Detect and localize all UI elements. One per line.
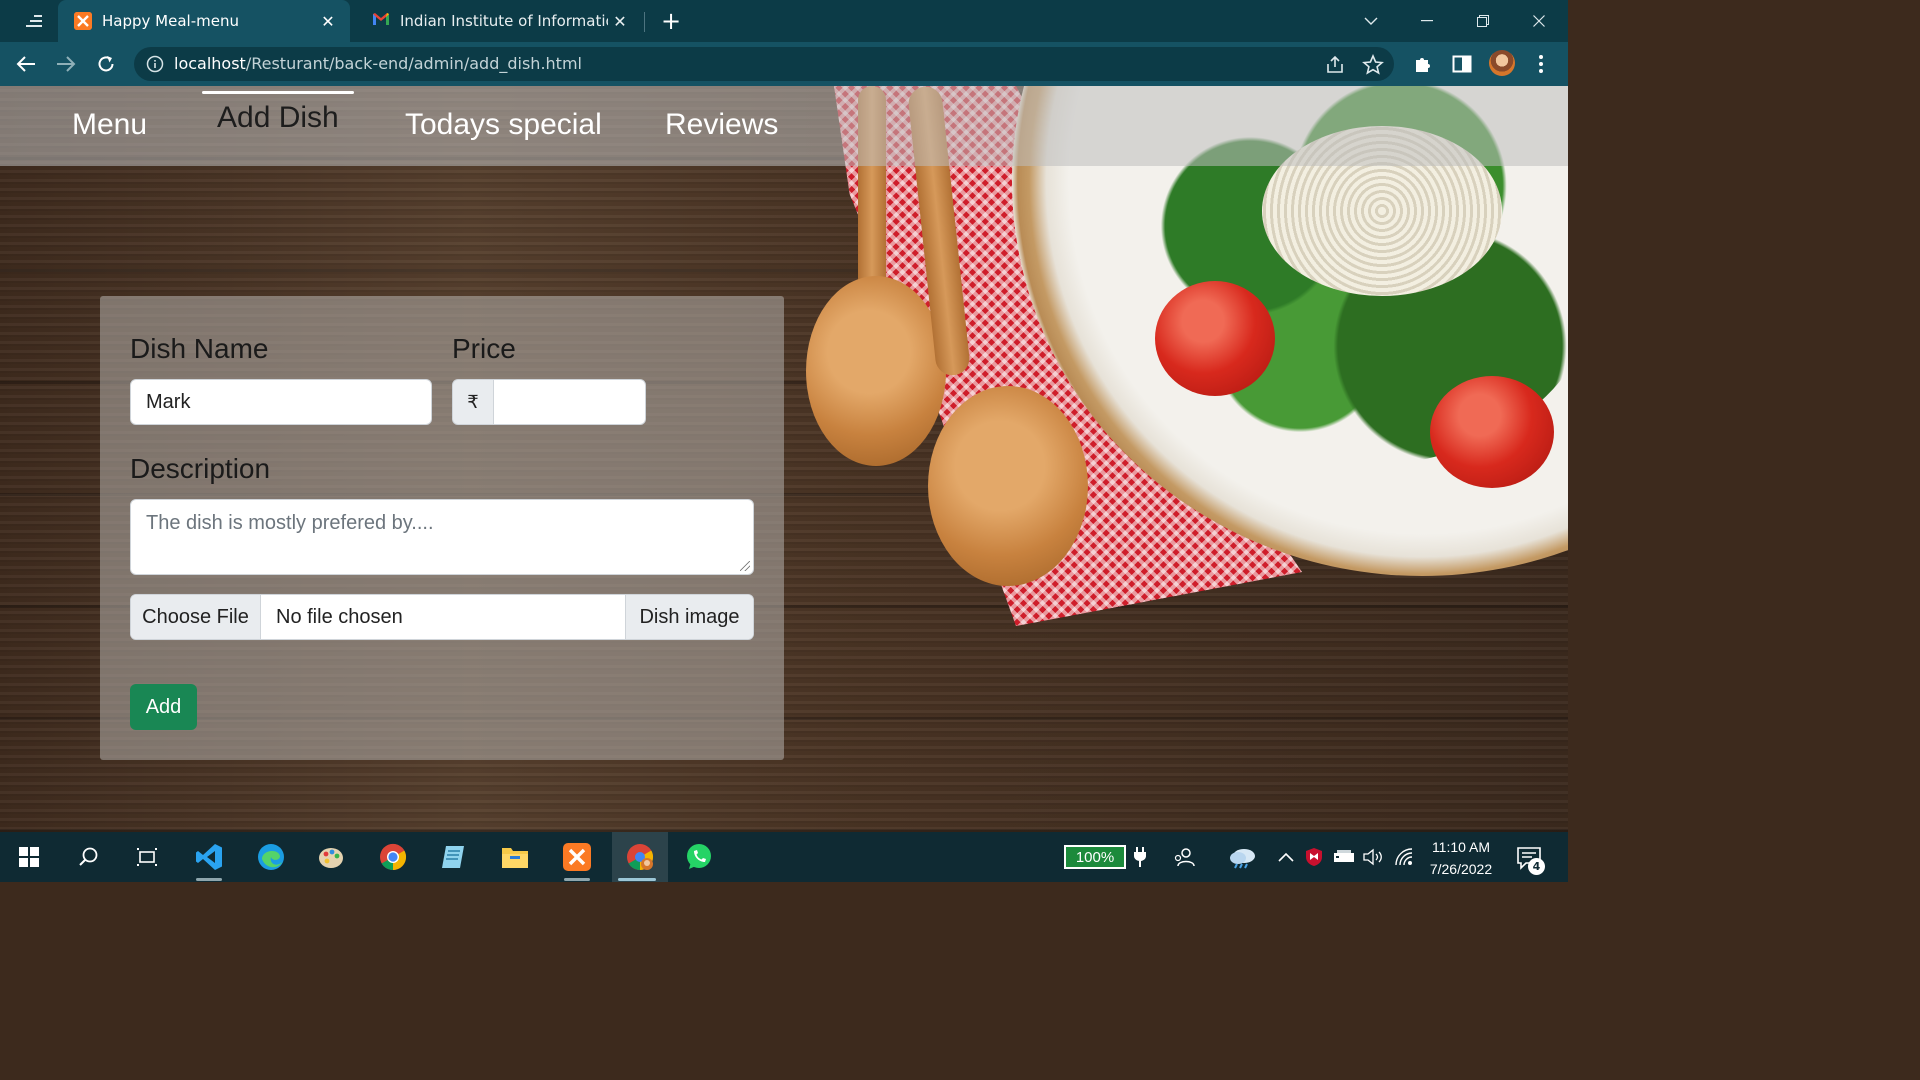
tomato xyxy=(1155,281,1275,396)
tomato xyxy=(1430,376,1554,488)
network-drive-icon[interactable] xyxy=(1332,845,1356,869)
reload-icon[interactable] xyxy=(92,50,120,78)
dish-name-input[interactable]: Mark xyxy=(130,379,432,425)
browser-tab-bar: Happy Meal-menu ✕ Indian Institute of In… xyxy=(0,0,1568,42)
address-bar[interactable]: localhost/Resturant/back-end/admin/add_d… xyxy=(134,47,1394,81)
whatsapp-icon[interactable] xyxy=(674,832,724,882)
clock-time: 11:10 AM xyxy=(1431,839,1491,855)
description-label: Description xyxy=(130,453,271,484)
chrome-icon[interactable] xyxy=(368,832,418,882)
dish-image-addon: Dish image xyxy=(625,595,753,639)
show-hidden-icons-chevron-icon[interactable] xyxy=(1274,845,1298,869)
back-arrow-icon[interactable] xyxy=(12,50,40,78)
description-textarea[interactable]: The dish is mostly prefered by.... xyxy=(130,499,754,575)
mcafee-shield-icon[interactable] xyxy=(1302,845,1326,869)
close-window-icon[interactable] xyxy=(1516,6,1562,36)
tab-list-chevron-icon[interactable] xyxy=(1348,6,1394,36)
nav-menu[interactable]: Menu xyxy=(72,108,147,142)
notification-count-badge: 4 xyxy=(1528,858,1545,875)
xampp-icon xyxy=(74,12,92,30)
task-view-icon[interactable] xyxy=(122,832,172,882)
tab-close-icon[interactable]: ✕ xyxy=(316,9,340,33)
page-background: Menu Add Dish Todays special Reviews Dis… xyxy=(0,86,1568,832)
profile-avatar[interactable] xyxy=(1489,50,1515,76)
price-label: Price xyxy=(452,333,516,364)
notepad-icon[interactable] xyxy=(428,832,478,882)
minimize-icon[interactable] xyxy=(1404,6,1450,36)
add-dish-form: Dish Name Mark Price ₹ Description The d… xyxy=(100,296,784,760)
new-tab-icon[interactable]: + xyxy=(656,8,686,34)
people-icon[interactable] xyxy=(1172,845,1196,869)
volume-icon[interactable] xyxy=(1362,845,1386,869)
nav-reviews[interactable]: Reviews xyxy=(665,108,778,142)
system-clock[interactable]: 11:10 AM 7/26/2022 xyxy=(1418,836,1504,880)
forward-arrow-icon[interactable] xyxy=(52,50,80,78)
file-status-text: No file chosen xyxy=(276,605,403,628)
power-plug-icon[interactable] xyxy=(1128,845,1152,869)
extensions-puzzle-icon[interactable] xyxy=(1411,52,1435,76)
vscode-icon[interactable] xyxy=(184,832,234,882)
wifi-icon[interactable] xyxy=(1392,845,1416,869)
tab-title: Happy Meal-menu xyxy=(102,12,239,30)
bookmark-star-icon[interactable] xyxy=(1362,53,1384,76)
battery-indicator[interactable]: 100% xyxy=(1064,845,1126,869)
tab-close-icon[interactable]: ✕ xyxy=(608,9,632,33)
dish-name-label: Dish Name xyxy=(130,333,269,364)
dish-image-file-input[interactable]: Choose File No file chosen Dish image xyxy=(130,594,754,640)
clock-date: 7/26/2022 xyxy=(1429,861,1493,877)
paint-icon[interactable] xyxy=(306,832,356,882)
search-icon[interactable] xyxy=(64,832,114,882)
add-button[interactable]: Add xyxy=(130,684,197,730)
url-text: localhost/Resturant/back-end/admin/add_d… xyxy=(174,54,582,73)
tab-search-icon[interactable] xyxy=(18,10,48,32)
price-input[interactable] xyxy=(493,379,646,425)
active-nav-indicator xyxy=(202,91,354,94)
wooden-spoon xyxy=(806,276,946,466)
restore-icon[interactable] xyxy=(1460,6,1506,36)
site-info-icon[interactable] xyxy=(146,55,164,73)
nav-add-dish[interactable]: Add Dish xyxy=(217,101,339,135)
site-navbar: Menu Add Dish Todays special Reviews xyxy=(0,86,1568,166)
chrome-profile-taskbar-icon[interactable] xyxy=(612,832,668,882)
choose-file-button[interactable]: Choose File xyxy=(131,595,261,639)
browser-menu-icon[interactable] xyxy=(1529,52,1553,76)
nav-todays-special[interactable]: Todays special xyxy=(405,108,602,142)
tab-separator xyxy=(644,12,645,32)
url-path: /Resturant/back-end/admin/add_dish.html xyxy=(245,54,582,73)
side-panel-icon[interactable] xyxy=(1450,52,1474,76)
url-host: localhost xyxy=(174,54,246,73)
share-icon[interactable] xyxy=(1324,54,1346,76)
xampp-taskbar-icon[interactable] xyxy=(552,832,602,882)
description-placeholder: The dish is mostly prefered by.... xyxy=(146,512,434,534)
tab-indian-institute[interactable]: Indian Institute of Information Te ✕ xyxy=(356,0,642,42)
resize-grip-icon[interactable] xyxy=(740,561,750,571)
browser-toolbar: localhost/Resturant/back-end/admin/add_d… xyxy=(0,42,1568,86)
weather-icon[interactable] xyxy=(1228,845,1258,869)
file-explorer-icon[interactable] xyxy=(490,832,540,882)
wooden-spoon xyxy=(928,386,1088,586)
edge-icon[interactable] xyxy=(246,832,296,882)
windows-start-icon[interactable] xyxy=(4,832,54,882)
tab-happy-meal-menu[interactable]: Happy Meal-menu ✕ xyxy=(58,0,350,42)
gmail-icon xyxy=(372,12,390,30)
rupee-addon: ₹ xyxy=(452,379,494,425)
tab-title: Indian Institute of Information Te xyxy=(400,12,608,30)
